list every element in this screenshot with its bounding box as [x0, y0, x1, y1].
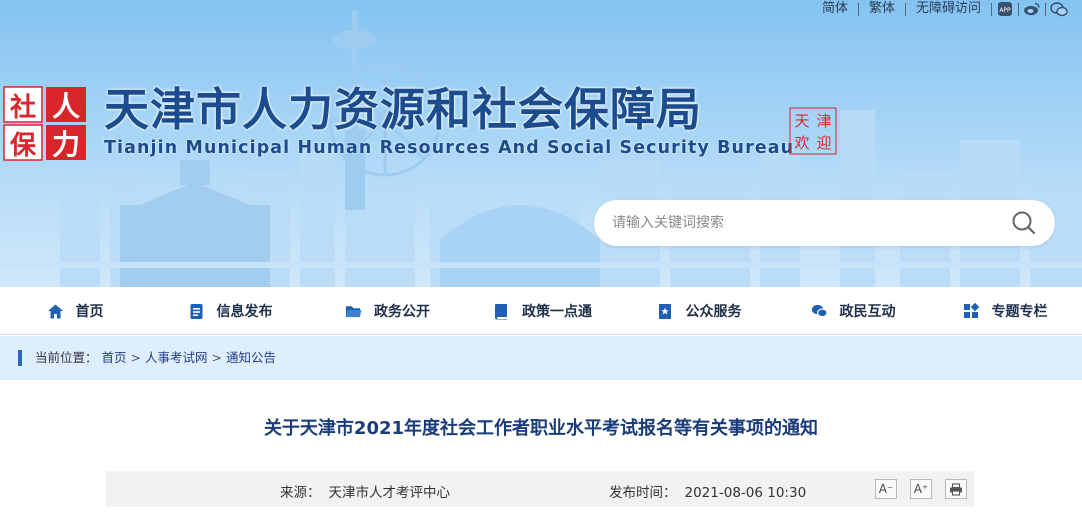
- breadcrumb-link-exam-site[interactable]: 人事考试网: [145, 350, 208, 366]
- seal-char: 人: [52, 90, 80, 123]
- site-title: 天津市人力资源和社会保障局: [104, 83, 703, 136]
- top-utility-links: 简体 繁体 无障碍访问 APP: [812, 0, 1072, 18]
- home-icon: [47, 303, 64, 320]
- traditional-chinese-link[interactable]: 繁体: [859, 2, 905, 16]
- font-decrease-button[interactable]: A⁻: [875, 479, 897, 499]
- breadcrumb-link-home[interactable]: 首页: [102, 350, 127, 366]
- tianjin-emblem-logo: 天 津 欢 迎: [789, 107, 837, 155]
- book-icon: [493, 303, 510, 320]
- site-subtitle: Tianjin Municipal Human Resources And So…: [104, 138, 795, 158]
- nav-item-public-service[interactable]: 公众服务: [620, 287, 778, 335]
- accessibility-link[interactable]: 无障碍访问: [906, 2, 991, 16]
- article-meta-bar: 来源： 天津市人才考评中心 发布时间： 2021-08-06 10:30 A⁻ A⁺: [106, 471, 974, 507]
- article-title: 关于天津市2021年度社会工作者职业水平考试报名等有关事项的通知: [263, 418, 819, 439]
- nav-item-info-release[interactable]: 信息发布: [150, 287, 310, 335]
- emblem-char: 津: [816, 112, 831, 130]
- nav-item-policy-guide[interactable]: 政策一点通: [465, 287, 620, 335]
- emblem-char: 天: [794, 112, 809, 130]
- breadcrumb-prefix: 当前位置：: [35, 350, 98, 365]
- divider: [991, 2, 992, 16]
- publish-time-value: 2021-08-06 10:30: [684, 485, 807, 501]
- app-icon-label: APP: [999, 7, 1011, 14]
- search-icon[interactable]: [1011, 210, 1037, 236]
- seal-char: 力: [52, 128, 80, 161]
- divider: [1018, 2, 1019, 16]
- divider: [1045, 2, 1046, 16]
- wechat-icon[interactable]: [1050, 1, 1068, 17]
- bureau-seal-logo: 社 人 保 力: [3, 86, 86, 161]
- article-source: 来源： 天津市人才考评中心: [280, 481, 450, 501]
- nav-item-label: 政策一点通: [522, 304, 592, 320]
- chat-icon: [811, 303, 828, 320]
- print-button[interactable]: [945, 479, 967, 499]
- search-input[interactable]: [612, 200, 992, 246]
- article-publish-time: 发布时间： 2021-08-06 10:30: [609, 481, 806, 501]
- breadcrumb: 当前位置： 首页 > 人事考试网 > 通知公告: [35, 350, 276, 366]
- weibo-icon[interactable]: [1023, 1, 1041, 17]
- seal-char: 社: [10, 92, 36, 123]
- nav-item-citizen-interaction[interactable]: 政民互动: [778, 287, 928, 335]
- emblem-char: 欢: [794, 134, 809, 152]
- source-label: 来源：: [280, 485, 321, 501]
- breadcrumb-marker: [18, 350, 22, 366]
- breadcrumb-link-notices[interactable]: 通知公告: [226, 350, 276, 366]
- bookmark-star-icon: [657, 303, 674, 320]
- main-navigation: 首页 信息发布 政务公开 政策一点通 公众服务 政民互动 专题专栏: [0, 287, 1082, 335]
- search-box: [594, 200, 1055, 246]
- nav-item-label: 信息发布: [216, 304, 273, 320]
- nav-item-label: 政民互动: [839, 304, 896, 320]
- document-icon: [188, 303, 205, 320]
- nav-item-home[interactable]: 首页: [0, 287, 150, 335]
- grid-icon: [963, 303, 980, 320]
- breadcrumb-bar: 当前位置： 首页 > 人事考试网 > 通知公告: [0, 336, 1082, 380]
- font-increase-button[interactable]: A⁺: [910, 479, 932, 499]
- nav-item-label: 公众服务: [685, 304, 742, 320]
- header-banner: 简体 繁体 无障碍访问 APP 社 人 保 力 天津市人力资源和社会保障局 Ti…: [0, 0, 1082, 287]
- breadcrumb-separator: >: [211, 350, 223, 365]
- source-value: 天津市人才考评中心: [328, 485, 451, 501]
- simplified-chinese-link[interactable]: 简体: [812, 2, 858, 16]
- app-icon[interactable]: APP: [996, 1, 1014, 17]
- print-icon: [950, 482, 962, 496]
- nav-item-special-topics[interactable]: 专题专栏: [928, 287, 1082, 335]
- nav-item-label: 政务公开: [374, 304, 430, 320]
- seal-char: 保: [9, 131, 37, 161]
- publish-time-label: 发布时间：: [609, 485, 677, 501]
- nav-item-government-affairs[interactable]: 政务公开: [310, 287, 465, 335]
- breadcrumb-separator: >: [130, 350, 142, 365]
- nav-item-label: 专题专栏: [991, 304, 1048, 320]
- folder-icon: [345, 303, 362, 320]
- nav-item-label: 首页: [75, 304, 104, 320]
- emblem-char: 迎: [816, 134, 831, 152]
